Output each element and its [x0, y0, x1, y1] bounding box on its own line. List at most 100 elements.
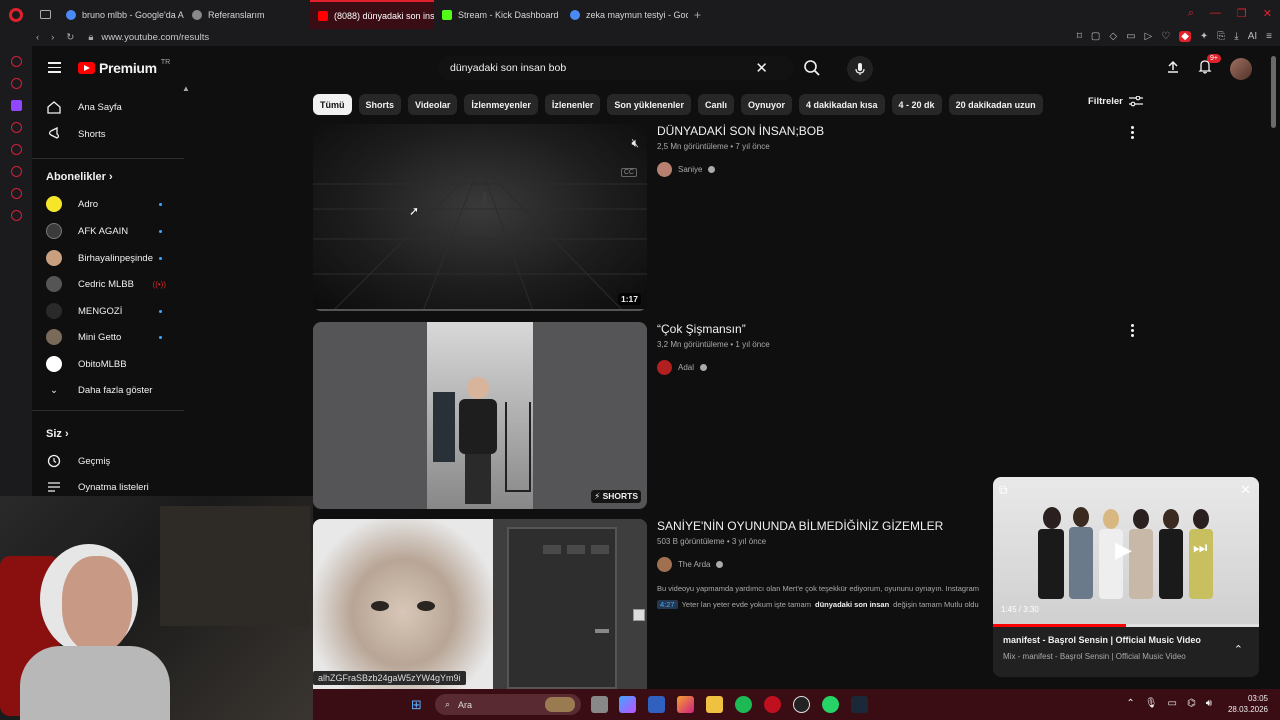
play-icon[interactable]: ▷	[1145, 31, 1153, 42]
play-button-icon[interactable]: ▶	[1115, 537, 1132, 563]
mail-icon[interactable]	[10, 78, 22, 89]
shield-icon[interactable]: ◇	[1109, 31, 1117, 42]
browser-tab-active[interactable]: (8088) dünyadaki son insa	[310, 0, 434, 29]
miniplayer[interactable]: ⧉ ✕ ▶ ⏭ 1:45 / 3:30 manifest - Başrol Se…	[993, 477, 1259, 677]
chip-live[interactable]: Canlı	[697, 94, 734, 115]
voice-search-button[interactable]	[847, 56, 873, 82]
chevron-up-icon[interactable]: ⌃	[1126, 698, 1134, 709]
display-icon[interactable]: ▭	[1168, 698, 1177, 709]
url-field[interactable]: www.youtube.com/results	[101, 32, 209, 43]
chip-watched[interactable]: İzlenenler	[544, 94, 601, 115]
expand-queue-icon[interactable]: ⌃	[1234, 643, 1243, 656]
windows-start-icon[interactable]: ⊞	[411, 697, 422, 713]
sidebar-item-sub[interactable]: AFK AGAIN	[32, 218, 184, 244]
browser-tab[interactable]: Referanslarım	[184, 0, 310, 29]
chapter-timestamp[interactable]: 4:27	[657, 600, 678, 609]
opera-taskbar-icon[interactable]	[764, 696, 781, 713]
close-miniplayer-icon[interactable]: ✕	[1240, 482, 1251, 498]
menu-icon[interactable]: ≡	[1266, 31, 1272, 42]
chip-medium-duration[interactable]: 4 - 20 dk	[891, 94, 942, 115]
chip-long-duration[interactable]: 20 dakikadan uzun	[948, 94, 1043, 115]
you-heading[interactable]: Siz ›	[46, 428, 69, 440]
video-thumbnail[interactable]: ⚡ SHORTS	[313, 322, 647, 509]
sidebar-item-sub[interactable]: Cedric MLBB ((•))	[32, 271, 184, 297]
heart-icon[interactable]: ♡	[1161, 31, 1170, 42]
miniplayer-title[interactable]: manifest - Başrol Sensin | Official Musi…	[1003, 635, 1201, 645]
sidebar-item-sub[interactable]: Adro	[32, 191, 184, 217]
browser-tab[interactable]: zeka maymun testyi - Goo	[562, 0, 688, 29]
mic-tray-icon[interactable]: 🎙︎	[1145, 698, 1158, 709]
obs-icon[interactable]	[793, 696, 810, 713]
store-icon[interactable]	[648, 696, 665, 713]
chip-short-duration[interactable]: 4 dakikadan kısa	[798, 94, 885, 115]
hamburger-menu-icon[interactable]	[48, 62, 61, 73]
chip-unwatched[interactable]: İzlenmeyenler	[464, 94, 538, 115]
channel-link[interactable]: Saniye	[657, 162, 716, 177]
youtube-premium-logo[interactable]: Premium TR	[78, 59, 170, 76]
forward-icon[interactable]: ›	[51, 32, 54, 43]
miniplayer-progress[interactable]	[993, 624, 1259, 627]
task-view-icon[interactable]	[591, 696, 608, 713]
miniplayer-video[interactable]: ⧉ ✕ ▶ ⏭ 1:45 / 3:30	[993, 477, 1259, 627]
clock[interactable]: 03:05 28.03.2026	[1228, 693, 1268, 715]
scroll-up-icon[interactable]: ▲	[182, 84, 190, 93]
next-video-icon[interactable]: ⏭	[1193, 540, 1207, 558]
download-icon[interactable]: ⤓	[1234, 31, 1238, 42]
instagram-icon[interactable]	[677, 696, 694, 713]
minimize-icon[interactable]: —	[1210, 7, 1221, 20]
extensions-icon[interactable]: ✦	[1200, 31, 1208, 42]
pin-icon[interactable]: ⌑	[1077, 31, 1082, 42]
chapter-snippet[interactable]: 4:27 Yeter lan yeter evde yokum işte tam…	[657, 600, 997, 609]
chip-videos[interactable]: Videolar	[408, 94, 458, 115]
file-explorer-icon[interactable]	[706, 696, 723, 713]
sidebar-item-sub[interactable]: MENGOZİ	[32, 298, 184, 324]
messenger-icon[interactable]	[10, 56, 22, 67]
sidebar-item-home[interactable]: Ana Sayfa	[32, 94, 184, 120]
network-icon[interactable]: ⌬	[1187, 698, 1196, 709]
channel-link[interactable]: The Arda	[657, 557, 724, 572]
back-icon[interactable]: ‹	[36, 32, 39, 43]
reload-icon[interactable]: ↻	[66, 32, 74, 43]
account-avatar[interactable]	[1230, 58, 1252, 80]
page-scrollbar[interactable]	[1271, 56, 1276, 128]
aria-ai-icon[interactable]: AI	[1248, 31, 1257, 42]
sidebar-item-sub[interactable]: ObitoMLBB	[32, 351, 184, 377]
subscriptions-heading[interactable]: Abonelikler ›	[46, 171, 113, 183]
sidebar-item-shorts[interactable]: Shorts	[32, 121, 184, 147]
player-icon[interactable]	[10, 122, 22, 133]
cc-icon[interactable]: CC	[620, 168, 637, 177]
notifications-button[interactable]: 9+	[1198, 54, 1221, 79]
chip-recent[interactable]: Son yüklenenler	[607, 94, 691, 115]
pip-icon[interactable]: ▭	[1126, 31, 1135, 42]
channel-link[interactable]: Adal	[657, 360, 708, 375]
sidebar-item-history[interactable]: Geçmiş	[32, 448, 184, 474]
share-icon[interactable]: ⎘	[1217, 31, 1225, 42]
upload-icon[interactable]	[1166, 60, 1180, 79]
browser-tab[interactable]: bruno mlbb - Google'da A	[58, 0, 184, 29]
show-more-button[interactable]: ⌄ Daha fazla göster	[32, 377, 184, 403]
vpn-icon[interactable]: ◆	[1179, 31, 1191, 42]
sidebar-item-sub[interactable]: Birhayalinpeşinde	[32, 245, 184, 271]
copilot-icon[interactable]	[619, 696, 636, 713]
close-window-icon[interactable]: ✕	[1263, 7, 1272, 20]
maximize-icon[interactable]: ❐	[1237, 7, 1247, 20]
twitch-icon[interactable]	[10, 100, 22, 111]
chip-playing[interactable]: Oynuyor	[740, 94, 792, 115]
volume-icon[interactable]: 🔊︎	[1206, 698, 1212, 709]
whatsapp-icon[interactable]	[822, 696, 839, 713]
browser-tab[interactable]: Stream - Kick Dashboard	[434, 0, 562, 29]
chip-shorts[interactable]: Shorts	[358, 94, 402, 115]
taskbar-search[interactable]: ⌕ Ara	[435, 694, 581, 715]
wallet-icon[interactable]	[10, 144, 22, 155]
search-tabs-icon[interactable]: ⌕	[1188, 7, 1194, 20]
opera-logo[interactable]	[0, 0, 32, 29]
video-title[interactable]: SANİYE'NİN OYUNUNDA BİLMEDİĞİNİZ GİZEMLE…	[657, 519, 943, 533]
sidebar-item-sub[interactable]: Mini Getto	[32, 324, 184, 350]
chip-all[interactable]: Tümü	[313, 94, 352, 115]
search-input[interactable]: dünyadaki son insan bob ✕	[438, 56, 794, 80]
video-title[interactable]: DÜNYADAKİ SON İNSAN;BOB	[657, 124, 824, 138]
steam-icon[interactable]	[851, 696, 868, 713]
expand-miniplayer-icon[interactable]: ⧉	[999, 483, 1008, 498]
more-options-icon[interactable]	[1131, 324, 1134, 337]
settings-icon[interactable]	[10, 210, 22, 221]
